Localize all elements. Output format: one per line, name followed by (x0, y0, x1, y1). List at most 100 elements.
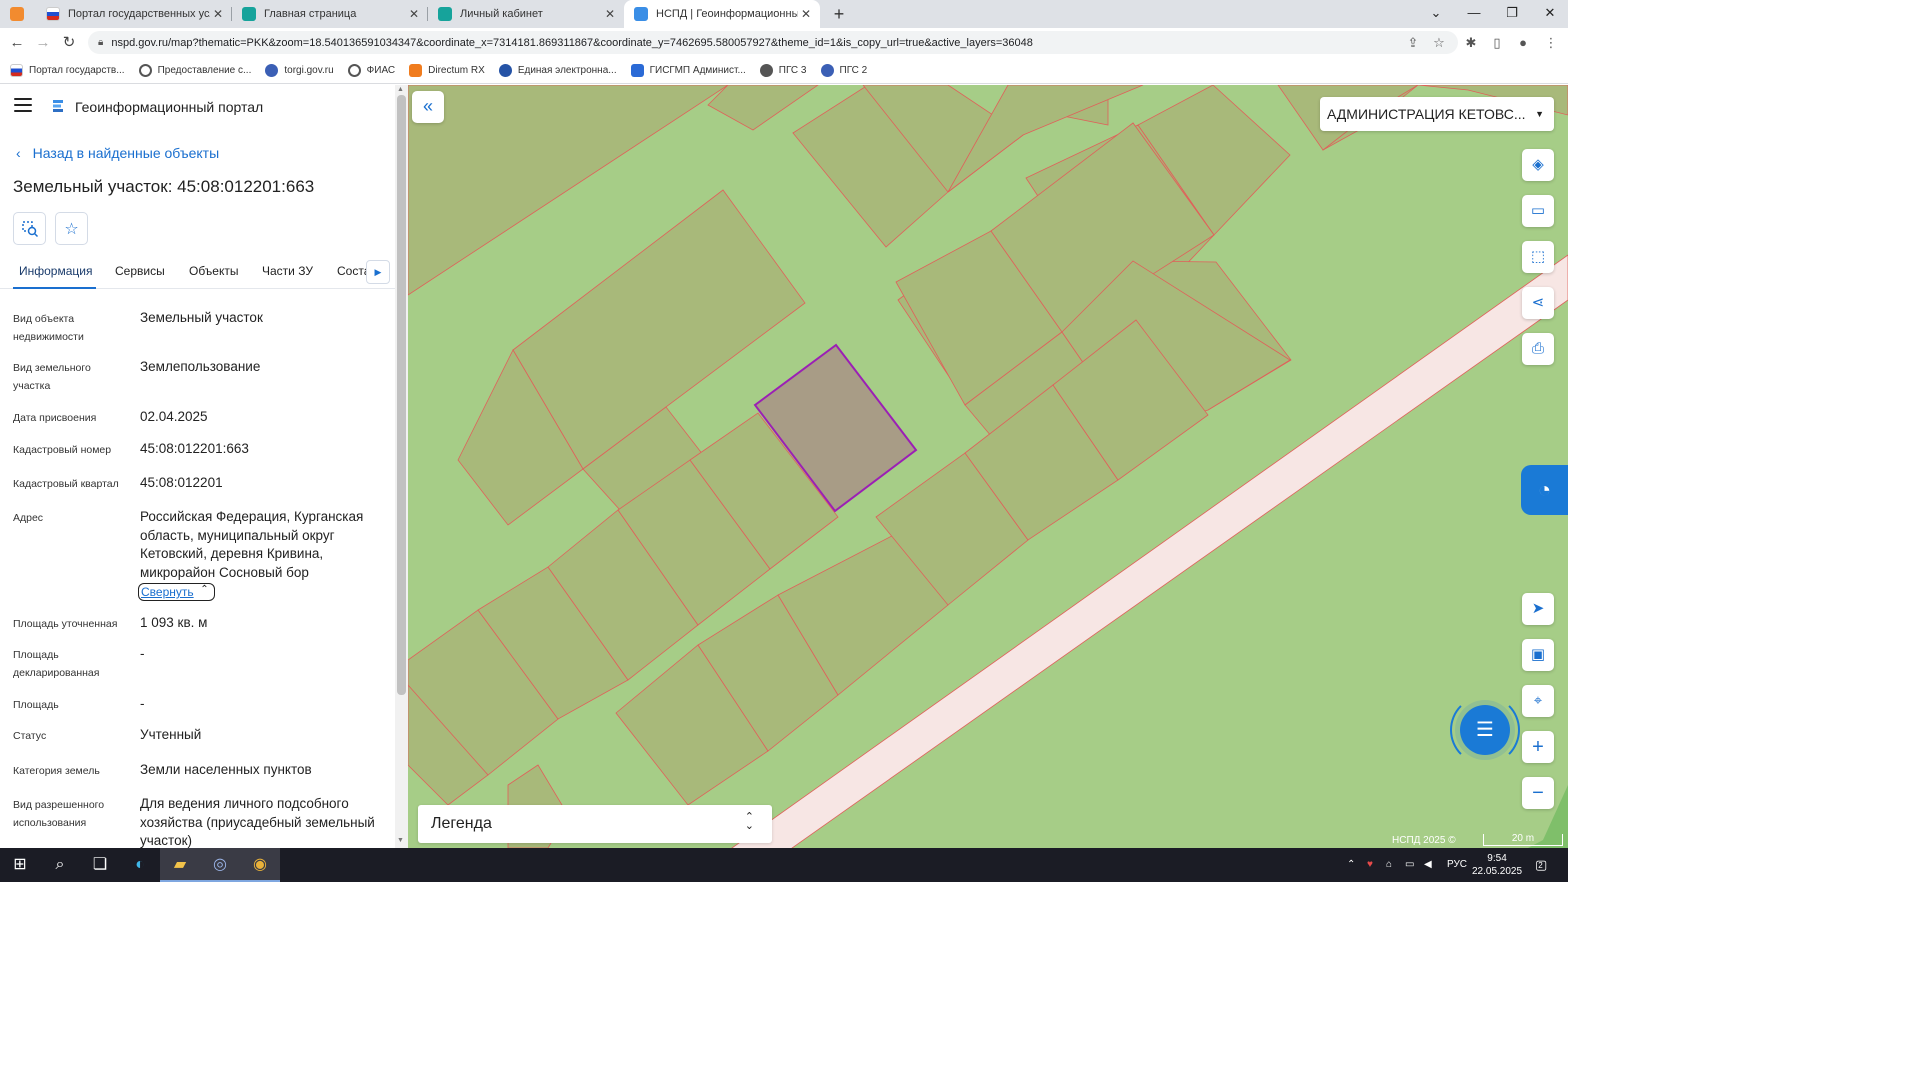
network-icon[interactable]: ▭ (1405, 848, 1414, 882)
tab-composition[interactable]: Состав (337, 263, 369, 289)
geolocate-button[interactable]: ➤ (1522, 593, 1554, 625)
plus-icon: + (1532, 736, 1544, 758)
zoom-out-button[interactable]: − (1522, 777, 1554, 809)
share-icon[interactable]: ⇪ (1402, 32, 1424, 54)
tab-cabinet[interactable]: Личный кабинет ✕ (428, 0, 624, 28)
chrome-icon[interactable]: ◉ (240, 848, 280, 882)
menu-kebab-icon[interactable]: ⋮ (1540, 32, 1562, 54)
locate-on-map-button[interactable] (13, 212, 46, 245)
panel-scrollbar[interactable]: ▲ ▼ (395, 85, 408, 848)
app-icon[interactable]: ◎ (200, 848, 240, 882)
search-location-button[interactable]: ⌖ (1522, 685, 1554, 717)
scrollbar-thumb[interactable] (397, 95, 406, 695)
navigation-arrow-icon: ➤ (1531, 600, 1545, 617)
bookmark-item[interactable]: Портал государств... (10, 63, 125, 77)
minimize-button[interactable]: — (1456, 0, 1492, 28)
close-icon[interactable]: ✕ (798, 7, 814, 21)
bookmark-star-icon[interactable]: ☆ (1428, 32, 1450, 54)
assistant-tab[interactable]: ◔ (1521, 465, 1568, 515)
prop-value-status: Учтенный (140, 727, 202, 742)
back-arrow-icon[interactable]: ← (6, 32, 28, 54)
close-icon[interactable]: ✕ (210, 7, 226, 21)
chevron-right-icon[interactable]: ▶ (366, 260, 390, 284)
search-icon[interactable]: ⌕ (40, 848, 80, 882)
tab-info[interactable]: Информация (13, 263, 96, 289)
explorer-icon[interactable]: ▰ (160, 848, 200, 882)
print-button[interactable]: ⎙ (1522, 333, 1554, 365)
bookmark-item[interactable]: Единая электронна... (498, 63, 617, 77)
close-icon[interactable]: ✕ (406, 7, 422, 21)
caret-down-icon: ▼ (1535, 109, 1544, 119)
side-panel-icon[interactable]: ▯ (1486, 32, 1508, 54)
address-bar[interactable]: 🔒︎ nspd.gov.ru/map?thematic=PKK&zoom=18.… (88, 31, 1458, 54)
menu-icon[interactable] (14, 98, 32, 112)
tab-main-page[interactable]: Главная страница ✕ (232, 0, 428, 28)
favorite-button[interactable]: ☆ (55, 212, 88, 245)
task-view-icon[interactable]: ❏ (80, 848, 120, 882)
bookmark-item[interactable]: Directum RX (409, 63, 485, 77)
bookmark-item[interactable]: ПГС 3 (759, 63, 807, 77)
windows-start-icon[interactable]: ⊞ (0, 848, 40, 882)
bookmark-item[interactable]: ФИАС (347, 63, 395, 77)
emblem-icon (242, 7, 256, 21)
bookmarks-bar: Портал государств... Предоставление с...… (0, 57, 1568, 84)
map-view[interactable]: « АДМИНИСТРАЦИЯ КЕТОВС... ▼ ◈ ▭ ⬚ ⋖ ⎙ ◔ … (408, 85, 1568, 848)
cadastral-map[interactable] (408, 85, 1568, 848)
bookmark-item[interactable]: Предоставление с... (138, 63, 251, 77)
tab-gosuslugi[interactable]: Портал государственных услуг ✕ (36, 0, 232, 28)
gisgmp-icon (630, 63, 644, 77)
parcel[interactable] (707, 85, 819, 131)
new-tab-button[interactable]: + (828, 3, 850, 25)
zoom-in-button[interactable]: + (1522, 731, 1554, 763)
back-to-results-link[interactable]: ‹ Назад в найденные объекты (16, 145, 219, 161)
tab-pinned[interactable] (0, 0, 36, 28)
scroll-up-icon[interactable]: ▲ (397, 86, 404, 93)
tab-nspd[interactable]: НСПД | Геоинформационный п ✕ (624, 0, 820, 28)
notifications-icon[interactable]: ▢2 (1535, 848, 1552, 882)
expand-icon: ⌃ ⌄ (744, 811, 754, 832)
bookmark-item[interactable]: ГИСГМП Админист... (630, 63, 746, 77)
bookmark-item[interactable]: ПГС 2 (820, 63, 867, 77)
portal-icon (498, 63, 512, 77)
measure-button[interactable]: ▭ (1522, 195, 1554, 227)
language-indicator[interactable]: РУС (1447, 848, 1467, 882)
prop-value-address: Российская Федерация, Курганская область… (140, 509, 364, 580)
chat-button[interactable]: ☰ (1460, 705, 1510, 755)
tray-chevron-up-icon[interactable]: ⌃ (1347, 848, 1355, 882)
ruler-icon: ▭ (1530, 202, 1546, 219)
reload-icon[interactable]: ↻ (58, 32, 80, 54)
scroll-down-icon[interactable]: ▼ (397, 837, 404, 844)
extensions-icon[interactable]: ✱ (1460, 32, 1482, 54)
maximize-button[interactable]: ❐ (1494, 0, 1530, 28)
edge-icon[interactable]: ◐ (120, 848, 160, 882)
close-icon[interactable]: ✕ (602, 7, 618, 21)
collapse-panel-button[interactable]: « (412, 91, 444, 123)
layer-select[interactable]: АДМИНИСТРАЦИЯ КЕТОВС... ▼ (1320, 97, 1554, 131)
volume-icon[interactable]: ◀ (1424, 848, 1432, 882)
printer-icon: ⎙ (1531, 340, 1544, 357)
layers-button[interactable]: ◈ (1522, 149, 1554, 181)
profile-icon[interactable]: ● (1512, 32, 1534, 54)
prop-label-permitted-use: Вид разрешенного использования (13, 799, 105, 829)
tray-app-icon[interactable]: ♥ (1367, 848, 1373, 882)
tab-parts[interactable]: Части ЗУ (262, 263, 313, 289)
app-icon (10, 7, 24, 21)
prop-label-date: Дата присвоения (13, 412, 97, 424)
tray-camera-icon[interactable]: ⌂ (1386, 848, 1392, 882)
clock[interactable]: 9:54 22.05.2025 (1472, 852, 1522, 878)
collapse-button[interactable]: Свернуть ⌃ (138, 583, 215, 601)
tab-services[interactable]: Сервисы (115, 263, 165, 289)
bookmark-item[interactable]: torgi.gov.ru (265, 63, 334, 77)
legend-panel[interactable]: Легенда ⌃ ⌄ (418, 805, 772, 843)
share-button[interactable]: ⋖ (1522, 287, 1554, 319)
select-area-button[interactable]: ⬚ (1522, 241, 1554, 273)
close-window-button[interactable]: ✕ (1532, 0, 1568, 28)
forward-arrow-icon[interactable]: → (32, 32, 54, 54)
prop-value-area-declared: - (140, 646, 145, 661)
star-icon: ☆ (64, 220, 79, 238)
chevron-left-icon: ‹ (16, 145, 21, 161)
minimap-button[interactable]: ▣ (1522, 639, 1554, 671)
prop-label-cadastral-quarter: Кадастровый квартал (13, 478, 119, 490)
tab-objects[interactable]: Объекты (189, 263, 239, 289)
tab-search-icon[interactable]: ⌄ (1418, 0, 1454, 28)
